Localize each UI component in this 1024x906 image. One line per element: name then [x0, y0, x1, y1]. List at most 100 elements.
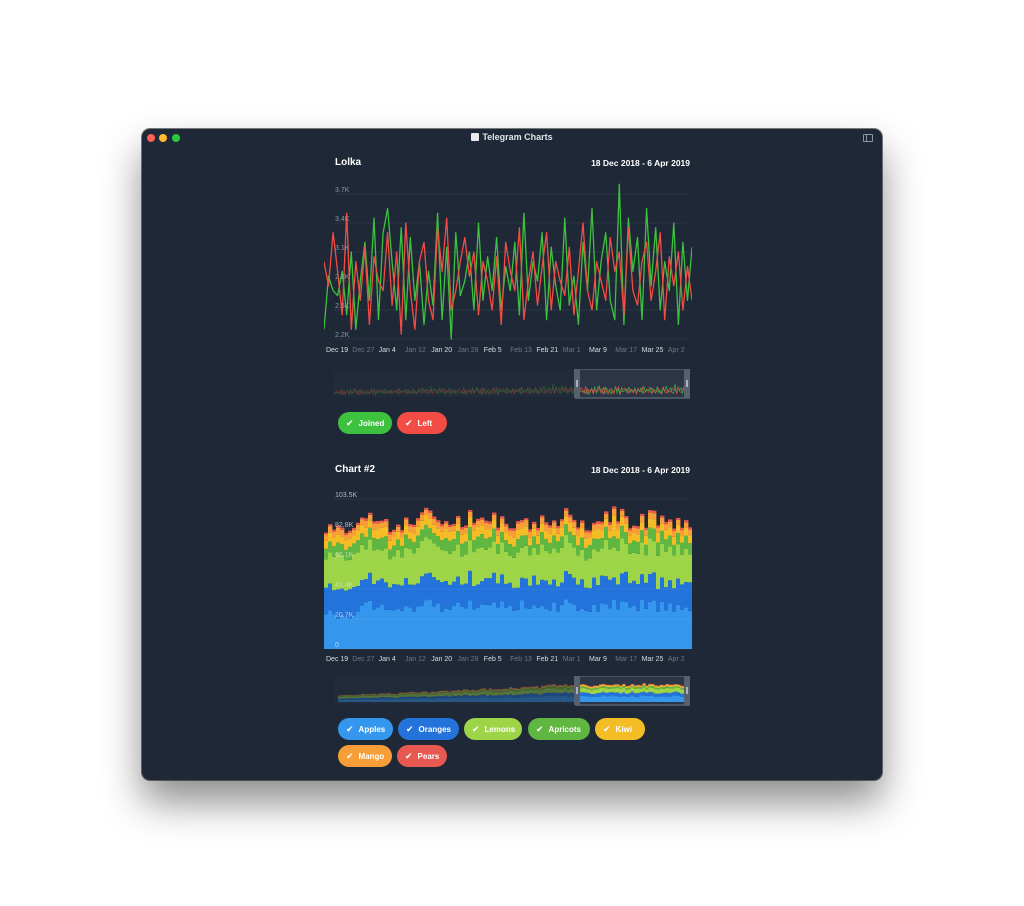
bar-mango: [552, 522, 557, 529]
navigator-bar: [668, 687, 672, 689]
chip-label: Kiwi: [615, 724, 632, 734]
navigator-bar: [671, 688, 675, 693]
bar-apples: [444, 609, 449, 649]
y-tick-label: 3.1K: [335, 245, 350, 252]
navigator-bar: [607, 685, 611, 688]
bar-lemons: [360, 544, 365, 580]
x-tick-label: Jan 28: [458, 656, 479, 663]
bar-apples: [452, 605, 457, 649]
navigator-bar: [680, 693, 684, 698]
toggle-chip-lemons[interactable]: ✔ Lemons: [464, 718, 522, 740]
y-tick-label: 2.5K: [335, 303, 350, 310]
navigator-bar: [657, 685, 661, 687]
bar-mango: [472, 524, 477, 531]
bar-mango: [660, 517, 665, 524]
bar-apples: [404, 606, 409, 649]
bar-oranges: [376, 580, 381, 608]
stacked-bars: [324, 506, 692, 649]
bar-lemons: [356, 552, 361, 587]
chart2-main-plot[interactable]: 103.5K 82.8K 62.1K 41.4K 20.7K 0 Dec 19 Dec 27 J…: [324, 487, 692, 665]
bar-kiwi: [536, 535, 541, 545]
bar-oranges: [360, 579, 365, 606]
bar-mango: [488, 523, 493, 530]
x-tick-label: Jan 12: [405, 347, 426, 354]
bar-kiwi: [464, 533, 469, 542]
bar-apricots: [360, 533, 365, 545]
navigator-bar: [674, 685, 678, 688]
toggle-chip-pears[interactable]: ✔ Pears: [397, 745, 447, 767]
bar-apples: [480, 604, 485, 649]
toggle-chip-left[interactable]: ✔ Left: [397, 412, 447, 434]
check-icon: ✔: [346, 723, 354, 734]
bar-pears: [388, 532, 393, 535]
bar-lemons: [500, 542, 505, 575]
bar-apples: [344, 617, 349, 649]
bar-apricots: [616, 538, 621, 551]
toggle-chip-oranges[interactable]: ✔ Oranges: [398, 718, 459, 740]
app-icon: [471, 133, 480, 141]
bar-pears: [668, 519, 673, 522]
bar-mango: [656, 527, 661, 533]
bar-apples: [448, 609, 453, 649]
bar-apples: [384, 610, 389, 649]
navigator-bar: [599, 692, 603, 697]
navigator-bar: [613, 685, 617, 687]
navigator-bar: [587, 693, 591, 697]
bar-mango: [652, 513, 657, 520]
chip-label: Joined: [358, 418, 385, 428]
navigator-bar: [622, 692, 626, 696]
bar-pears: [344, 532, 349, 535]
bar-pears: [552, 520, 557, 523]
bar-apricots: [660, 530, 665, 544]
toggle-chip-joined[interactable]: ✔ Joined: [338, 412, 392, 434]
chart1-navigator[interactable]: [334, 369, 690, 399]
navigator-bar: [633, 688, 637, 694]
bar-apricots: [380, 537, 385, 551]
bar-apples: [604, 604, 609, 649]
bar-apples: [524, 608, 529, 649]
navigator-bar: [599, 686, 603, 689]
x-tick-label: Jan 4: [379, 656, 396, 663]
bar-mango: [592, 525, 597, 531]
bar-lemons: [564, 535, 569, 572]
bar-oranges: [672, 588, 677, 613]
bar-oranges: [512, 587, 517, 611]
bar-pears: [632, 525, 637, 528]
navigator-bar: [657, 687, 661, 690]
navigator-bar: [668, 685, 672, 688]
check-icon: ✔: [346, 417, 354, 428]
navigator-bar: [639, 687, 643, 689]
bar-apricots: [372, 537, 377, 551]
bar-lemons: [636, 553, 641, 585]
bar-mango: [380, 522, 385, 528]
chart1-main-plot[interactable]: 3.7K 3.4K 3.1K 2.8K 2.5K 2.2K Dec 19 Dec 27 Jan …: [324, 179, 692, 359]
bar-mango: [676, 519, 681, 525]
navigator-bar: [665, 696, 669, 702]
toggle-chip-kiwi[interactable]: ✔ Kiwi: [595, 718, 645, 740]
bar-kiwi: [468, 517, 473, 527]
bar-apples: [516, 609, 521, 649]
bar-lemons: [624, 543, 629, 572]
chart2-navigator[interactable]: [334, 676, 690, 706]
bar-apples: [380, 604, 385, 649]
bar-pears: [608, 522, 613, 525]
toggle-chip-mango[interactable]: ✔ Mango: [338, 745, 392, 767]
bar-lemons: [432, 543, 437, 578]
navigator-bar: [613, 696, 617, 702]
toggle-chip-apricots[interactable]: ✔ Apricots: [528, 718, 590, 740]
bar-mango: [420, 514, 425, 521]
bar-apricots: [404, 534, 409, 548]
bar-apricots: [564, 524, 569, 536]
bar-mango: [508, 530, 513, 536]
sidebar-toggle-icon[interactable]: [863, 134, 873, 142]
bar-kiwi: [524, 526, 529, 536]
navigator-bar: [668, 685, 672, 686]
bar-apples: [620, 601, 625, 649]
toggle-chip-apples[interactable]: ✔ Apples: [338, 718, 393, 740]
bar-oranges: [660, 577, 665, 602]
bar-apricots: [548, 542, 553, 554]
bar-apricots: [492, 528, 497, 542]
bar-apricots: [356, 540, 361, 553]
bar-pears: [472, 522, 477, 525]
navigator-bar: [630, 686, 635, 688]
